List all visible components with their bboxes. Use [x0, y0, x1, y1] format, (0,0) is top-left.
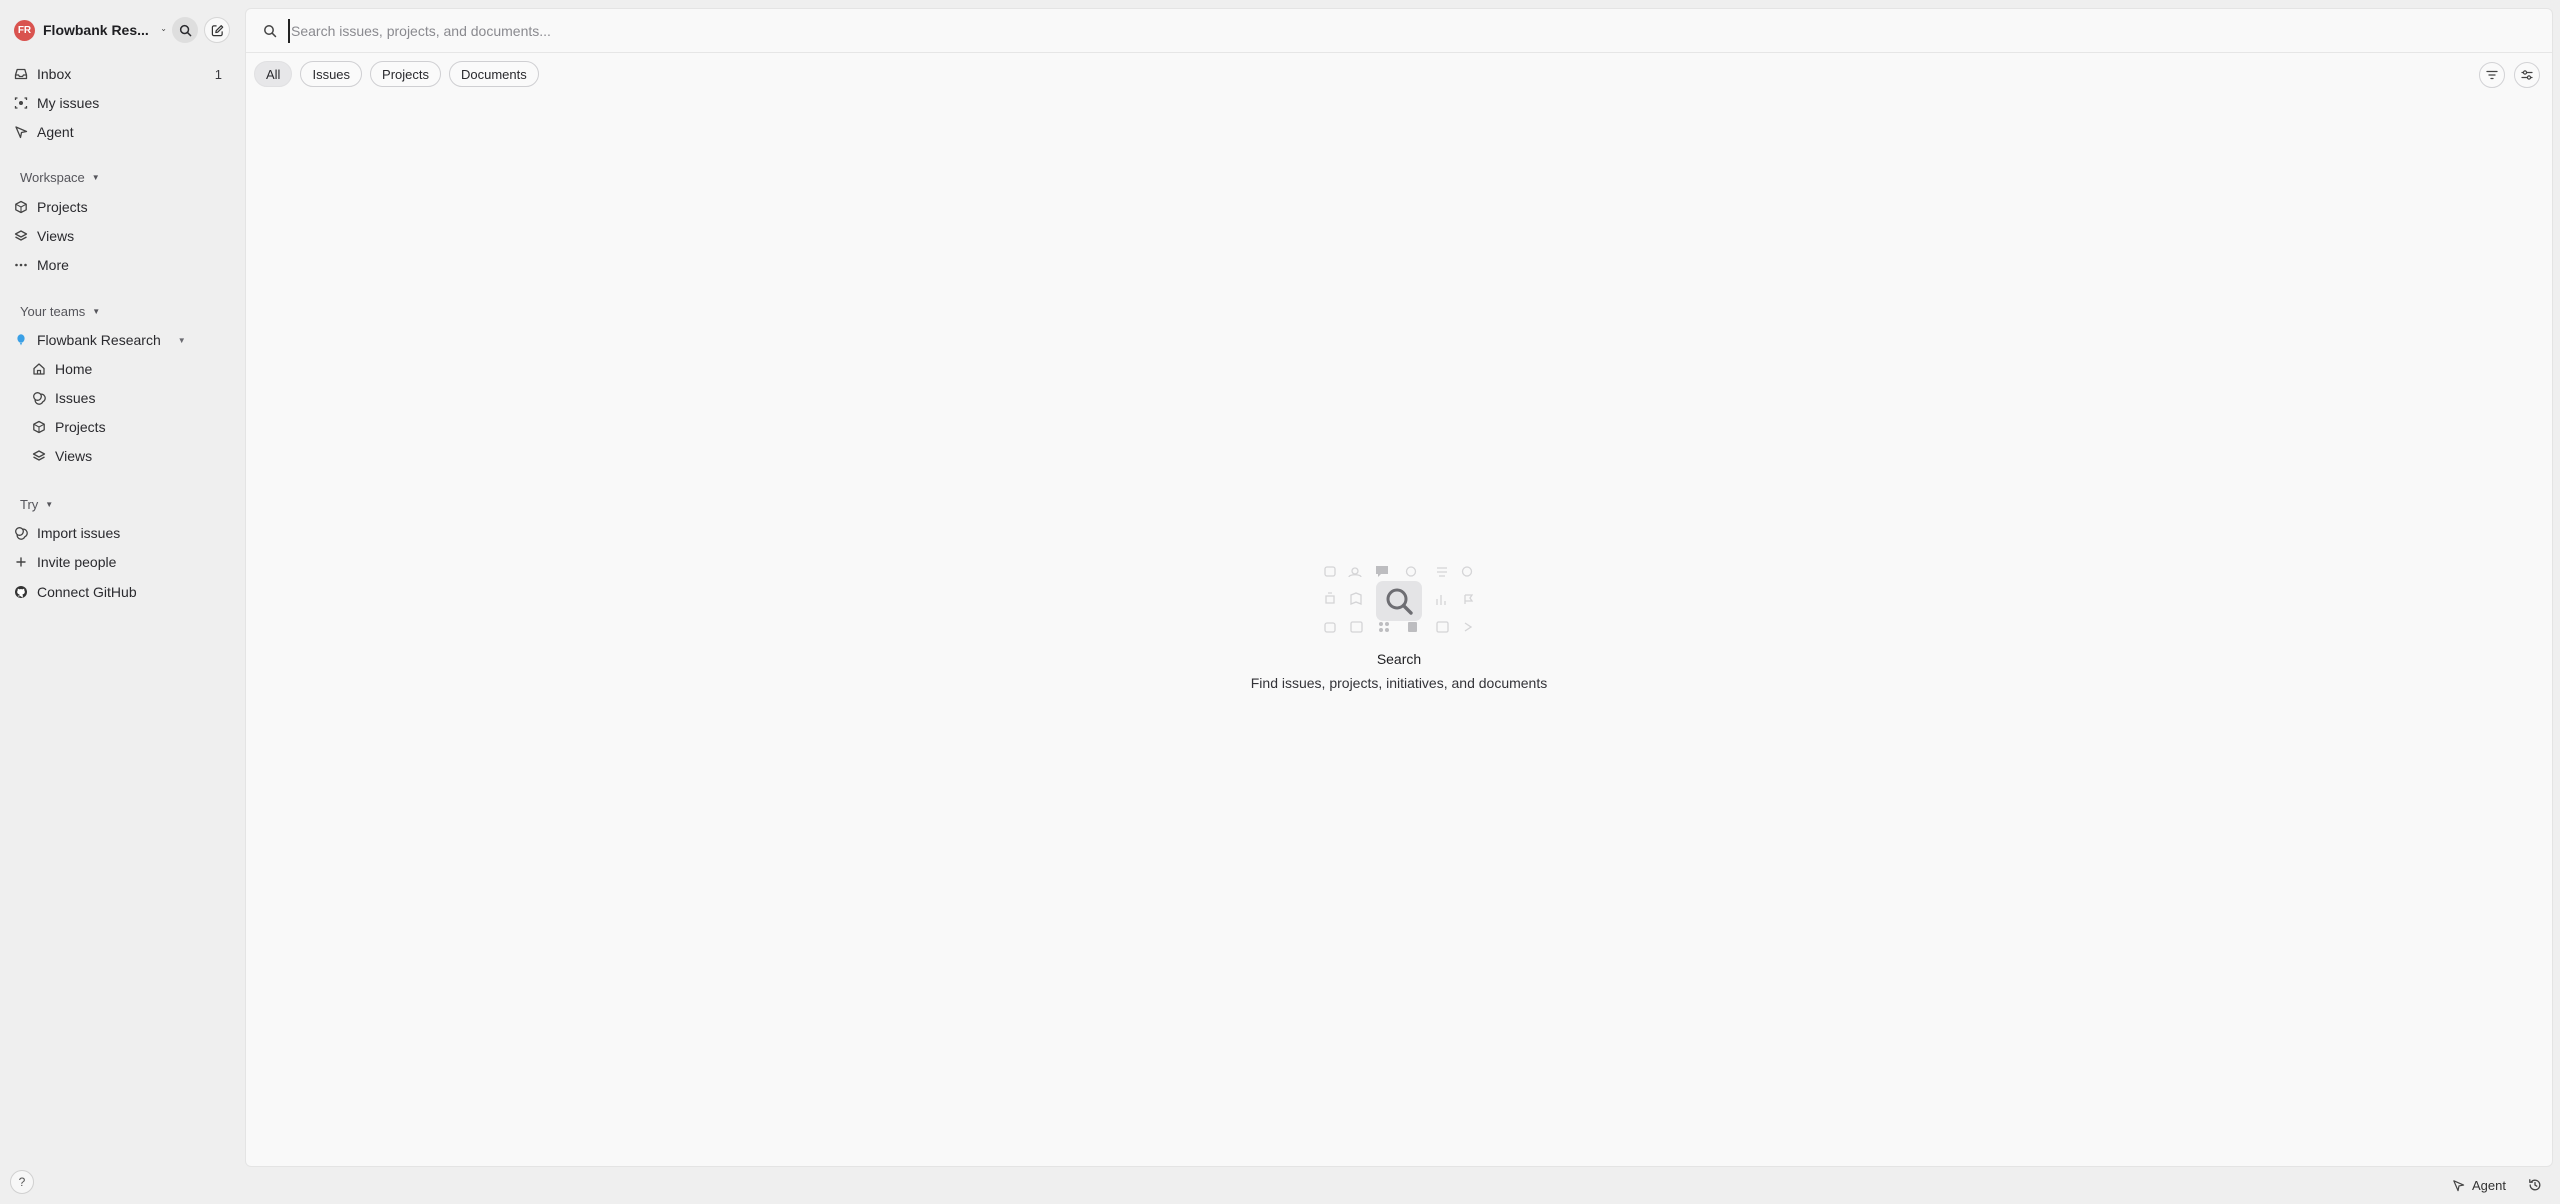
- filter-button[interactable]: [2479, 62, 2505, 88]
- workspace-avatar: FR: [14, 19, 35, 41]
- cube-icon: [15, 200, 27, 214]
- caret-down-icon: ▼: [91, 172, 100, 182]
- agent-icon: [15, 126, 28, 139]
- empty-state: Search Find issues, projects, initiative…: [246, 563, 2552, 691]
- sidebar-item-label: Home: [55, 361, 93, 377]
- caret-down-icon: ▼: [45, 499, 54, 509]
- sliders-icon: [2521, 70, 2533, 80]
- sidebar-item-label: More: [37, 257, 69, 273]
- layers-icon: [14, 230, 28, 241]
- caret-down-icon: ▼: [177, 335, 186, 345]
- search-illustration-icon: [1324, 566, 1474, 633]
- empty-state-subtitle: Find issues, projects, initiatives, and …: [1250, 675, 1548, 691]
- workspace-section-toggle[interactable]: Workspace ▼: [20, 167, 100, 187]
- caret-down-icon: ▼: [92, 306, 101, 316]
- section-label: Try: [20, 496, 39, 512]
- agent-footer-button[interactable]: Agent: [2452, 1174, 2506, 1196]
- filter-icon: [2486, 70, 2498, 80]
- more-icon: [15, 263, 27, 267]
- sidebar-team-item-projects[interactable]: Projects: [32, 414, 230, 440]
- import-icon: [15, 527, 28, 540]
- teams-section-toggle[interactable]: Your teams ▼: [20, 301, 100, 321]
- section-label: Your teams: [20, 303, 86, 319]
- team-balloon-icon: [17, 334, 25, 346]
- target-icon: [14, 97, 28, 109]
- filter-tabs: All Issues Projects Documents: [254, 61, 539, 87]
- sidebar-item-connect-github[interactable]: Connect GitHub: [14, 579, 230, 605]
- sidebar-item-label: Invite people: [37, 554, 117, 570]
- issues-icon: [33, 392, 46, 405]
- sidebar-item-import-issues[interactable]: Import issues: [14, 520, 230, 546]
- chevron-down-icon: [161, 29, 166, 32]
- sidebar-item-agent[interactable]: Agent: [14, 119, 230, 145]
- sidebar-item-label: Projects: [37, 199, 88, 215]
- sidebar-item-views[interactable]: Views: [14, 223, 230, 249]
- sidebar-item-label: Inbox: [37, 66, 72, 82]
- inbox-icon: [14, 68, 28, 80]
- sidebar-item-more[interactable]: More: [14, 252, 230, 278]
- empty-state-title: Search: [1376, 651, 1422, 667]
- sidebar-search-button[interactable]: [172, 17, 198, 43]
- search-bar: [246, 9, 2552, 53]
- team-name: Flowbank Research: [37, 332, 161, 348]
- layers-icon: [32, 450, 46, 461]
- sidebar: FR Flowbank Res... Inbox 1 My issues Age…: [0, 0, 244, 1204]
- sidebar-team-item-views[interactable]: Views: [32, 443, 230, 469]
- sidebar-item-invite-people[interactable]: Invite people: [14, 549, 230, 575]
- history-icon: [2529, 1179, 2541, 1191]
- home-icon: [33, 363, 45, 375]
- history-button[interactable]: [2525, 1175, 2545, 1195]
- sidebar-item-label: Agent: [37, 124, 74, 140]
- cube-icon: [33, 420, 45, 434]
- sidebar-item-label: Views: [55, 448, 93, 464]
- sidebar-item-label: Projects: [55, 419, 106, 435]
- tab-all[interactable]: All: [254, 61, 293, 87]
- search-icon: [264, 24, 277, 37]
- sidebar-item-projects[interactable]: Projects: [14, 194, 230, 220]
- display-options-button[interactable]: [2514, 62, 2540, 88]
- sidebar-item-label: Views: [37, 228, 75, 244]
- section-label: Workspace: [20, 169, 85, 185]
- sidebar-item-label: My issues: [37, 95, 100, 111]
- inbox-count-badge: 1: [214, 66, 222, 82]
- compose-icon: [211, 24, 223, 36]
- sidebar-item-inbox[interactable]: Inbox 1: [14, 61, 230, 87]
- workspace-switcher[interactable]: FR Flowbank Res...: [14, 16, 166, 44]
- agent-icon: [2453, 1179, 2465, 1191]
- new-issue-button[interactable]: [204, 17, 230, 43]
- tab-issues[interactable]: Issues: [300, 61, 363, 87]
- try-section-toggle[interactable]: Try ▼: [20, 494, 53, 514]
- agent-footer-label: Agent: [2472, 1177, 2506, 1193]
- sidebar-item-label: Import issues: [37, 525, 121, 541]
- search-panel: All Issues Projects Documents: [245, 8, 2553, 1167]
- sidebar-item-my-issues[interactable]: My issues: [14, 90, 230, 116]
- tab-documents[interactable]: Documents: [449, 61, 539, 87]
- sidebar-team-item-issues[interactable]: Issues: [32, 385, 230, 411]
- search-icon: [179, 24, 191, 36]
- search-input[interactable]: [288, 18, 1788, 43]
- tab-projects[interactable]: Projects: [370, 61, 441, 87]
- help-button[interactable]: ?: [10, 1170, 34, 1194]
- sidebar-item-label: Connect GitHub: [37, 584, 137, 600]
- plus-icon: [16, 557, 26, 567]
- workspace-name: Flowbank Res...: [43, 22, 149, 38]
- sidebar-item-label: Issues: [55, 390, 96, 406]
- sidebar-team-item-home[interactable]: Home: [32, 356, 230, 382]
- sidebar-team-flowbank-research[interactable]: Flowbank Research ▼: [14, 327, 230, 353]
- github-icon: [15, 586, 27, 598]
